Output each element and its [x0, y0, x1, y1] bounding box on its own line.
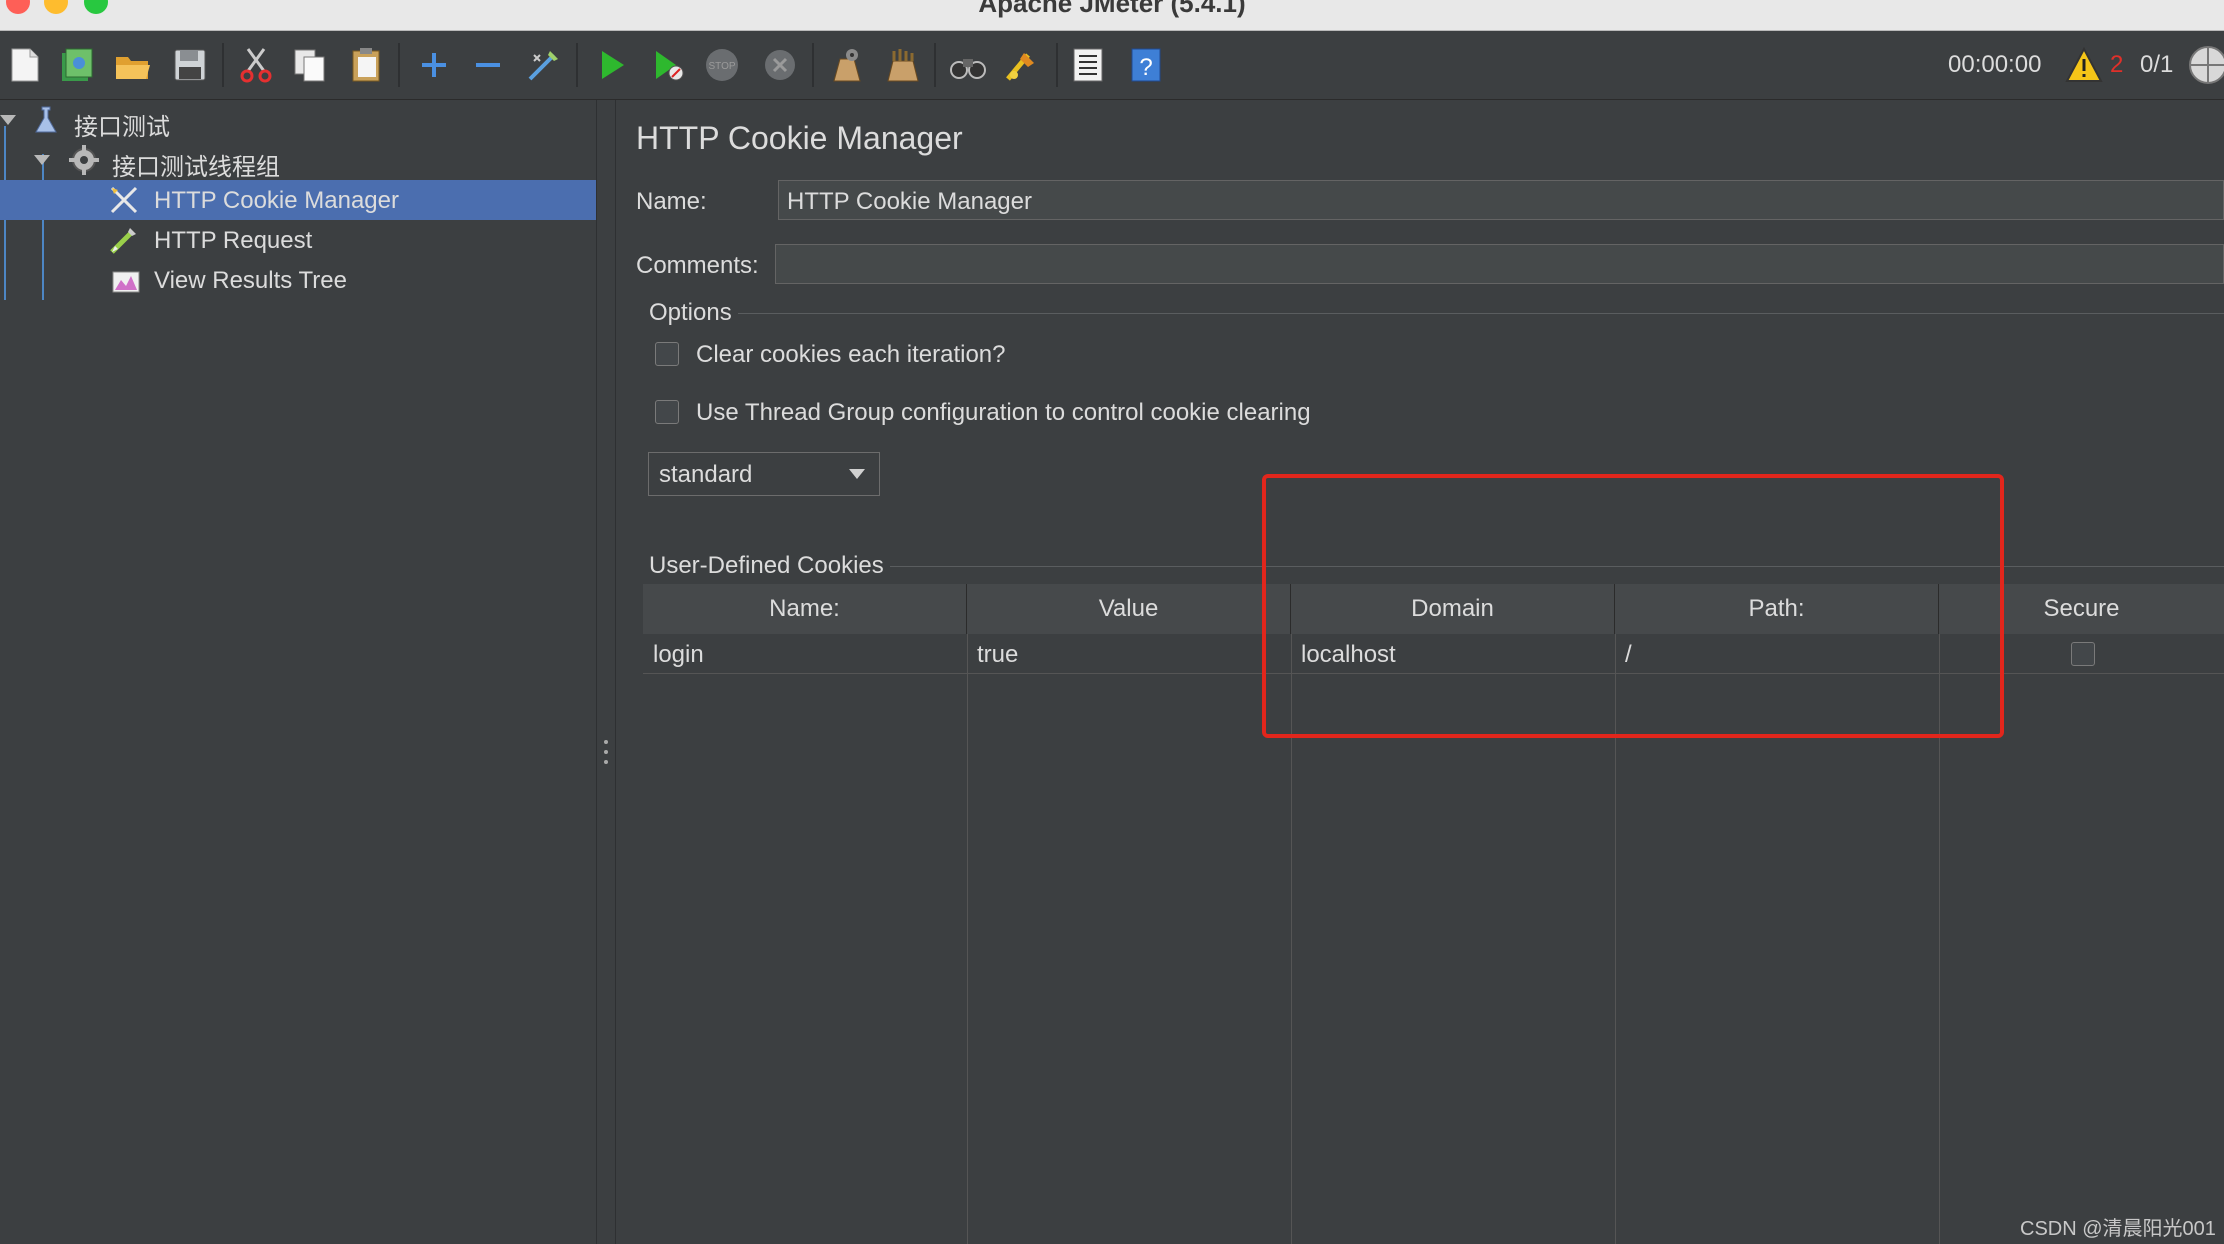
tree-item-test-plan[interactable]: 接口测试: [0, 100, 596, 141]
comments-input[interactable]: [775, 244, 2224, 284]
paste-icon[interactable]: [344, 43, 388, 87]
splitter-grip-icon[interactable]: [604, 740, 608, 764]
open-icon[interactable]: [110, 43, 154, 87]
svg-text:STOP: STOP: [708, 61, 735, 72]
clear-all-icon[interactable]: [880, 43, 924, 87]
http-request-icon: [110, 228, 136, 254]
shutdown-icon[interactable]: [758, 43, 802, 87]
panel-splitter[interactable]: [596, 100, 616, 1244]
stop-icon[interactable]: STOP: [700, 43, 744, 87]
clear-icon[interactable]: [824, 43, 868, 87]
window-title-bar: Apache JMeter (5.4.1): [0, 0, 2224, 31]
cookie-secure-checkbox[interactable]: [2071, 642, 2095, 666]
comments-label: Comments:: [636, 252, 759, 279]
new-icon[interactable]: [2, 43, 46, 87]
elapsed-timer: 00:00:00: [1948, 51, 2042, 78]
tree-item-cookie-manager[interactable]: HTTP Cookie Manager: [0, 180, 596, 220]
expand-icon[interactable]: [412, 43, 456, 87]
save-icon[interactable]: [168, 43, 212, 87]
use-thread-group-config-checkbox[interactable]: [655, 400, 679, 424]
cookies-group-title: User-Defined Cookies: [643, 552, 890, 580]
watermark: CSDN @清晨阳光001: [2020, 1218, 2216, 1240]
tree-item-http-request[interactable]: HTTP Request: [0, 220, 596, 260]
tree-item-thread-group[interactable]: 接口测试线程组: [0, 140, 596, 181]
svg-text:?: ?: [1139, 54, 1152, 81]
remote-globe-icon[interactable]: [2186, 43, 2224, 92]
function-helper-icon[interactable]: [1066, 43, 1110, 87]
tree-item-label: HTTP Cookie Manager: [154, 187, 399, 214]
window-title: Apache JMeter (5.4.1): [978, 0, 1246, 18]
cookie-name-cell[interactable]: login: [643, 634, 967, 674]
reset-search-icon[interactable]: [1000, 43, 1044, 87]
name-label: Name:: [636, 188, 707, 215]
column-header-name[interactable]: Name:: [643, 584, 967, 634]
toggle-icon[interactable]: [522, 43, 566, 87]
start-no-pause-icon[interactable]: [646, 43, 690, 87]
tree-item-label: HTTP Request: [154, 227, 313, 254]
test-plan-icon: [35, 106, 57, 133]
cut-icon[interactable]: [234, 43, 278, 87]
cookie-manager-icon: [110, 186, 138, 214]
clear-each-iteration-label: Clear cookies each iteration?: [696, 341, 1006, 368]
cookie-policy-value: standard: [659, 461, 753, 488]
column-header-value[interactable]: Value: [967, 584, 1291, 634]
highlight-annotation-box: [1262, 474, 2004, 738]
copy-icon[interactable]: [288, 43, 332, 87]
error-count: 2: [2110, 51, 2124, 78]
options-group-title: Options: [643, 299, 738, 327]
cookie-value-cell[interactable]: true: [967, 634, 1291, 674]
test-plan-tree: 接口测试 接口测试线程组 HTTP Cookie Manager HTTP Re…: [0, 100, 596, 1244]
thread-group-icon: [69, 145, 99, 175]
use-thread-group-config-label: Use Thread Group configuration to contro…: [696, 399, 1311, 426]
cookie-policy-select[interactable]: standard: [648, 452, 880, 496]
tree-item-label: 接口测试线程组: [112, 154, 280, 181]
clear-each-iteration-checkbox[interactable]: [655, 342, 679, 366]
results-tree-icon: [112, 271, 140, 293]
name-input[interactable]: HTTP Cookie Manager: [778, 180, 2224, 220]
chevron-down-icon: [849, 469, 865, 479]
warning-icon[interactable]: [2064, 45, 2104, 90]
templates-icon[interactable]: [54, 43, 98, 87]
search-icon[interactable]: [946, 43, 990, 87]
tree-item-label: View Results Tree: [154, 267, 347, 294]
tree-item-label: 接口测试: [74, 114, 170, 141]
active-threads: 0/1: [2140, 51, 2174, 78]
start-icon[interactable]: [590, 43, 634, 87]
tree-item-view-results-tree[interactable]: View Results Tree: [0, 260, 596, 300]
toolbar: STOP ? 00:00:00 2 0/1: [0, 31, 2224, 100]
page-title: HTTP Cookie Manager: [636, 120, 963, 156]
collapse-icon[interactable]: [466, 43, 510, 87]
help-icon[interactable]: ?: [1124, 43, 1168, 87]
